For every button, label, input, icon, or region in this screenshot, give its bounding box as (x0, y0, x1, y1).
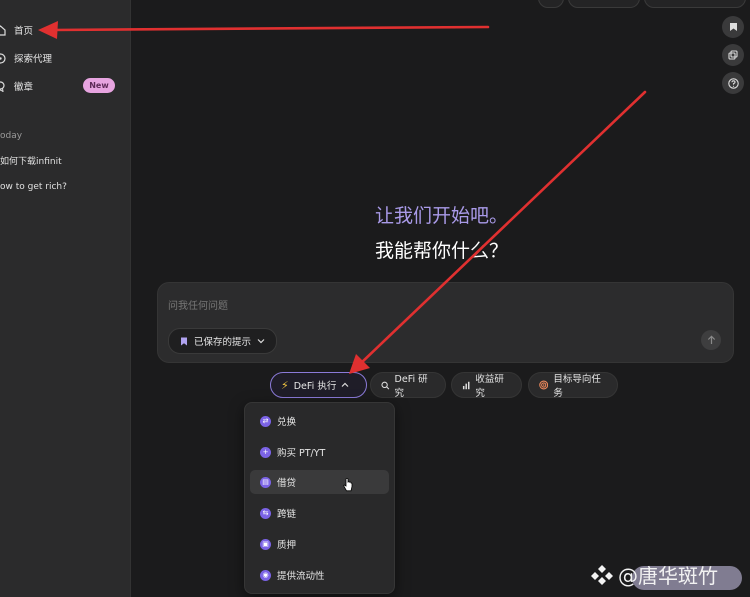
annotation-arrow-home-head (38, 21, 58, 39)
annotation-arrows (38, 21, 647, 374)
annotation-arrow-defi (358, 90, 647, 366)
watermark: @唐华斑竹 (590, 560, 718, 589)
watermark-text: @唐华斑竹 (618, 564, 718, 588)
annotation-arrow-home (50, 25, 490, 32)
watermark-logo-icon (591, 564, 613, 585)
